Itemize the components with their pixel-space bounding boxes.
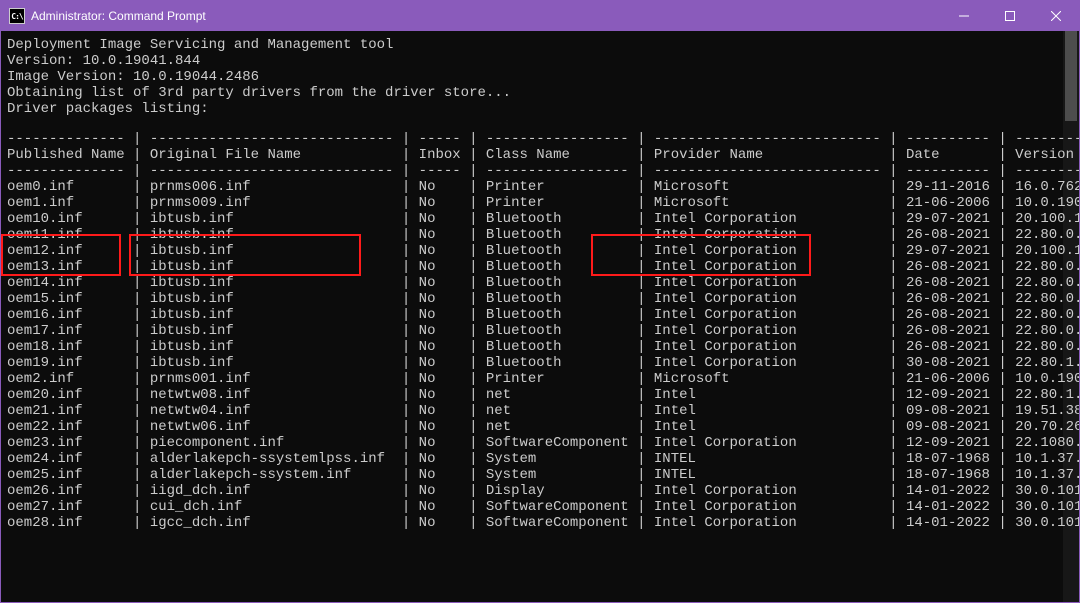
table-row: oem10.inf | ibtusb.inf | No | Bluetooth …	[7, 211, 1079, 227]
table-row: oem14.inf | ibtusb.inf | No | Bluetooth …	[7, 275, 1079, 291]
table-row: oem12.inf | ibtusb.inf | No | Bluetooth …	[7, 243, 1079, 259]
table-row: oem16.inf | ibtusb.inf | No | Bluetooth …	[7, 307, 1079, 323]
table-row: oem20.inf | netwtw08.inf | No | net | In…	[7, 387, 1079, 403]
table-row: oem27.inf | cui_dch.inf | No | SoftwareC…	[7, 499, 1079, 515]
title-bar[interactable]: C:\ Administrator: Command Prompt	[1, 1, 1079, 31]
driver-table: -------------- | -----------------------…	[7, 131, 1079, 531]
close-button[interactable]	[1033, 1, 1079, 31]
table-row: oem25.inf | alderlakepch-ssystem.inf | N…	[7, 467, 1079, 483]
preamble-line: Image Version: 10.0.19044.2486	[7, 69, 1079, 85]
maximize-button[interactable]	[987, 1, 1033, 31]
table-row: oem18.inf | ibtusb.inf | No | Bluetooth …	[7, 339, 1079, 355]
table-row: oem19.inf | ibtusb.inf | No | Bluetooth …	[7, 355, 1079, 371]
table-row: oem23.inf | piecomponent.inf | No | Soft…	[7, 435, 1079, 451]
terminal-area[interactable]: Deployment Image Servicing and Managemen…	[1, 31, 1079, 602]
cmd-icon: C:\	[9, 8, 25, 24]
command-prompt-window: C:\ Administrator: Command Prompt Deploy…	[0, 0, 1080, 603]
minimize-button[interactable]	[941, 1, 987, 31]
table-row: oem11.inf | ibtusb.inf | No | Bluetooth …	[7, 227, 1079, 243]
preamble-line: Version: 10.0.19041.844	[7, 53, 1079, 69]
table-row: oem17.inf | ibtusb.inf | No | Bluetooth …	[7, 323, 1079, 339]
table-row: oem2.inf | prnms001.inf | No | Printer |…	[7, 371, 1079, 387]
preamble-line: Obtaining list of 3rd party drivers from…	[7, 85, 1079, 101]
table-row: oem22.inf | netwtw06.inf | No | net | In…	[7, 419, 1079, 435]
table-row: oem21.inf | netwtw04.inf | No | net | In…	[7, 403, 1079, 419]
table-row: oem24.inf | alderlakepch-ssystemlpss.inf…	[7, 451, 1079, 467]
table-row: oem1.inf | prnms009.inf | No | Printer |…	[7, 195, 1079, 211]
scrollbar-thumb[interactable]	[1065, 31, 1077, 121]
preamble-line: Deployment Image Servicing and Managemen…	[7, 37, 1079, 53]
preamble-line: Driver packages listing:	[7, 101, 1079, 117]
table-row: oem0.inf | prnms006.inf | No | Printer |…	[7, 179, 1079, 195]
table-row: oem26.inf | iigd_dch.inf | No | Display …	[7, 483, 1079, 499]
table-border-mid: -------------- | -----------------------…	[7, 163, 1079, 179]
table-row: oem15.inf | ibtusb.inf | No | Bluetooth …	[7, 291, 1079, 307]
window-title: Administrator: Command Prompt	[31, 9, 206, 23]
table-row: oem13.inf | ibtusb.inf | No | Bluetooth …	[7, 259, 1079, 275]
table-header: Published Name | Original File Name | In…	[7, 147, 1079, 163]
table-row: oem28.inf | igcc_dch.inf | No | Software…	[7, 515, 1079, 531]
table-border-top: -------------- | -----------------------…	[7, 131, 1079, 147]
